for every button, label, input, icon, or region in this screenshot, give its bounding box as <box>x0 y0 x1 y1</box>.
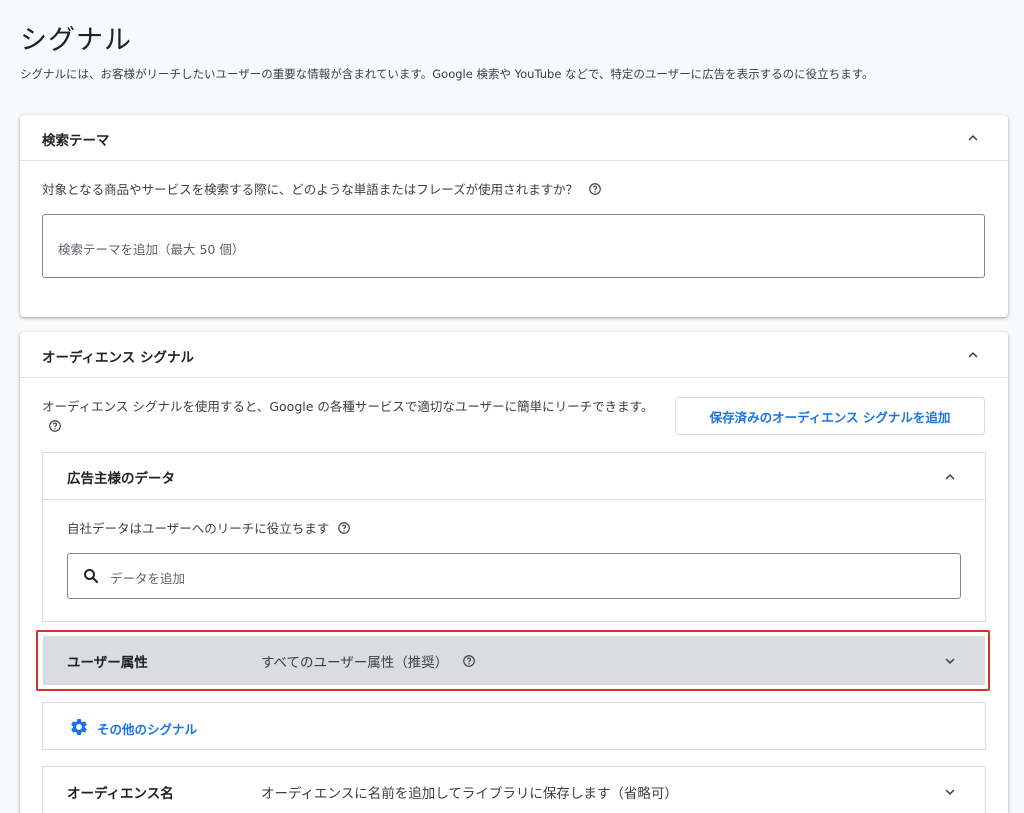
demographics-value-row: すべてのユーザー属性（推奨） <box>261 651 476 671</box>
audience-signal-card: オーディエンス シグナル オーディエンス シグナルを使用すると、Google の… <box>20 332 1008 813</box>
chevron-up-icon[interactable] <box>941 468 959 486</box>
other-signals-label: その他のシグナル <box>97 722 198 737</box>
search-theme-card: 検索テーマ 対象となる商品やサービスを検索する際に、どのような単語またはフレーズ… <box>20 115 1008 317</box>
audience-name-value: オーディエンスに名前を追加してライブラリに保存します（省略可） <box>261 786 678 802</box>
advertiser-data-placeholder: データを追加 <box>110 571 186 586</box>
page-description: シグナルには、お客様がリーチしたいユーザーの重要な情報が含まれています。Goog… <box>20 67 874 81</box>
search-theme-question-row: 対象となる商品やサービスを検索する際に、どのような単語またはフレーズが使用されま… <box>42 179 602 198</box>
advertiser-data-title: 広告主様のデータ <box>67 471 175 487</box>
advertiser-data-description-row: 自社データはユーザーへのリーチに役立ちます <box>67 518 351 537</box>
help-icon[interactable] <box>337 521 351 535</box>
search-theme-question: 対象となる商品やサービスを検索する際に、どのような単語またはフレーズが使用されま… <box>42 182 579 197</box>
gear-icon <box>69 717 89 737</box>
demographics-value: すべてのユーザー属性（推奨） <box>261 655 449 671</box>
chevron-up-icon[interactable] <box>964 346 982 364</box>
demographics-row[interactable]: ユーザー属性 すべてのユーザー属性（推奨） <box>43 636 985 685</box>
search-theme-placeholder: 検索テーマを追加（最大 50 個） <box>58 242 245 257</box>
help-icon[interactable] <box>48 419 62 433</box>
audience-name-panel[interactable]: オーディエンス名 オーディエンスに名前を追加してライブラリに保存します（省略可） <box>42 766 986 813</box>
demographics-label: ユーザー属性 <box>67 655 148 671</box>
advertiser-data-panel: 広告主様のデータ 自社データはユーザーへのリーチに役立ちます データを追加 <box>42 452 986 622</box>
chevron-up-icon[interactable] <box>964 129 982 147</box>
add-saved-audience-signal-label: 保存済みのオーディエンス シグナルを追加 <box>709 409 951 425</box>
audience-signal-title: オーディエンス シグナル <box>42 350 194 366</box>
advertiser-data-search-input[interactable]: データを追加 <box>67 553 961 599</box>
search-theme-header[interactable]: 検索テーマ <box>20 115 1008 161</box>
chevron-down-icon[interactable] <box>941 783 959 801</box>
audience-signal-description: オーディエンス シグナルを使用すると、Google の各種サービスで適切なユーザ… <box>42 399 654 414</box>
chevron-down-icon[interactable] <box>941 652 959 670</box>
search-theme-input[interactable]: 検索テーマを追加（最大 50 個） <box>42 214 985 278</box>
page-title: シグナル <box>20 25 132 56</box>
help-icon[interactable] <box>588 182 602 196</box>
audience-name-label: オーディエンス名 <box>67 786 174 802</box>
advertiser-data-header[interactable]: 広告主様のデータ <box>43 453 985 500</box>
other-signals-panel[interactable]: その他のシグナル <box>42 702 986 750</box>
search-icon <box>82 567 100 585</box>
advertiser-data-description: 自社データはユーザーへのリーチに役立ちます <box>67 521 330 536</box>
search-theme-title: 検索テーマ <box>42 133 110 149</box>
help-icon[interactable] <box>462 654 476 668</box>
audience-signal-description-block: オーディエンス シグナルを使用すると、Google の各種サービスで適切なユーザ… <box>42 398 662 434</box>
audience-signal-header[interactable]: オーディエンス シグナル <box>20 332 1008 378</box>
add-saved-audience-signal-button[interactable]: 保存済みのオーディエンス シグナルを追加 <box>675 397 985 435</box>
